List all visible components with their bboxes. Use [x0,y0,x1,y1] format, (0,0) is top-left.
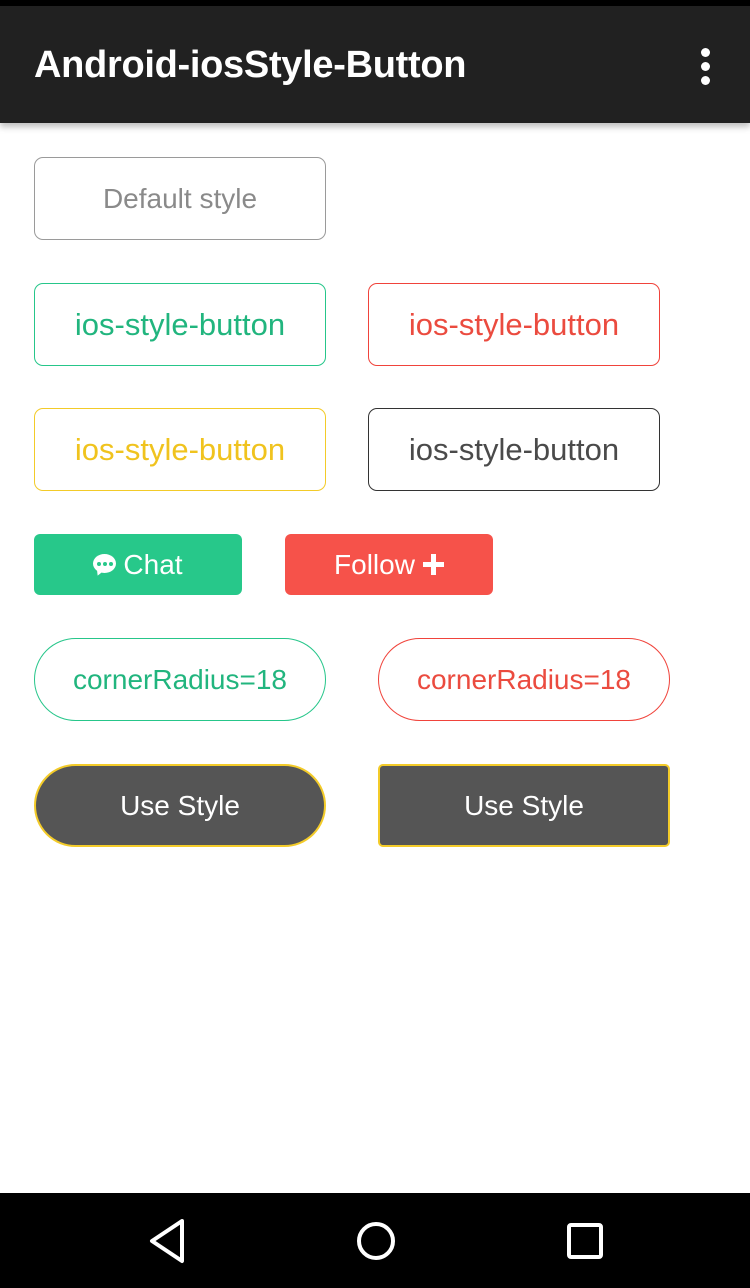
more-vert-icon[interactable] [688,42,724,90]
default-style-button[interactable]: Default style [34,157,326,240]
system-navigation-bar [0,1193,750,1288]
use-style-pill-button[interactable]: Use Style [34,764,326,847]
button-label: ios-style-button [408,306,620,342]
chat-button[interactable]: Chat [34,534,242,595]
button-label: cornerRadius=18 [72,663,288,695]
button-label: Default style [102,182,258,214]
ios-style-button-green[interactable]: ios-style-button [34,283,326,366]
use-style-rect-button[interactable]: Use Style [378,764,670,847]
corner-radius-button-green[interactable]: cornerRadius=18 [34,638,326,721]
back-triangle-icon[interactable] [138,1215,198,1267]
ios-style-button-yellow[interactable]: ios-style-button [34,408,326,491]
button-label: Use Style [120,789,240,821]
button-label: cornerRadius=18 [416,663,632,695]
button-demo-content: Default style ios-style-button ios-style… [0,123,750,1193]
chat-bubble-icon [93,553,117,577]
button-label: ios-style-button [408,431,620,467]
button-label: ios-style-button [74,306,286,342]
button-label: Chat [123,548,183,580]
ios-style-button-red[interactable]: ios-style-button [368,283,660,366]
app-bar: Android-iosStyle-Button [0,6,750,123]
corner-radius-button-red[interactable]: cornerRadius=18 [378,638,670,721]
follow-button[interactable]: Follow [285,534,493,595]
button-label: Follow [334,548,415,580]
app-title: Android-iosStyle-Button [34,44,467,86]
button-label: ios-style-button [74,431,286,467]
recents-square-icon[interactable] [555,1215,615,1267]
home-circle-icon[interactable] [346,1215,406,1267]
plus-icon [422,554,444,575]
button-label: Use Style [464,789,584,821]
ios-style-button-dark[interactable]: ios-style-button [368,408,660,491]
